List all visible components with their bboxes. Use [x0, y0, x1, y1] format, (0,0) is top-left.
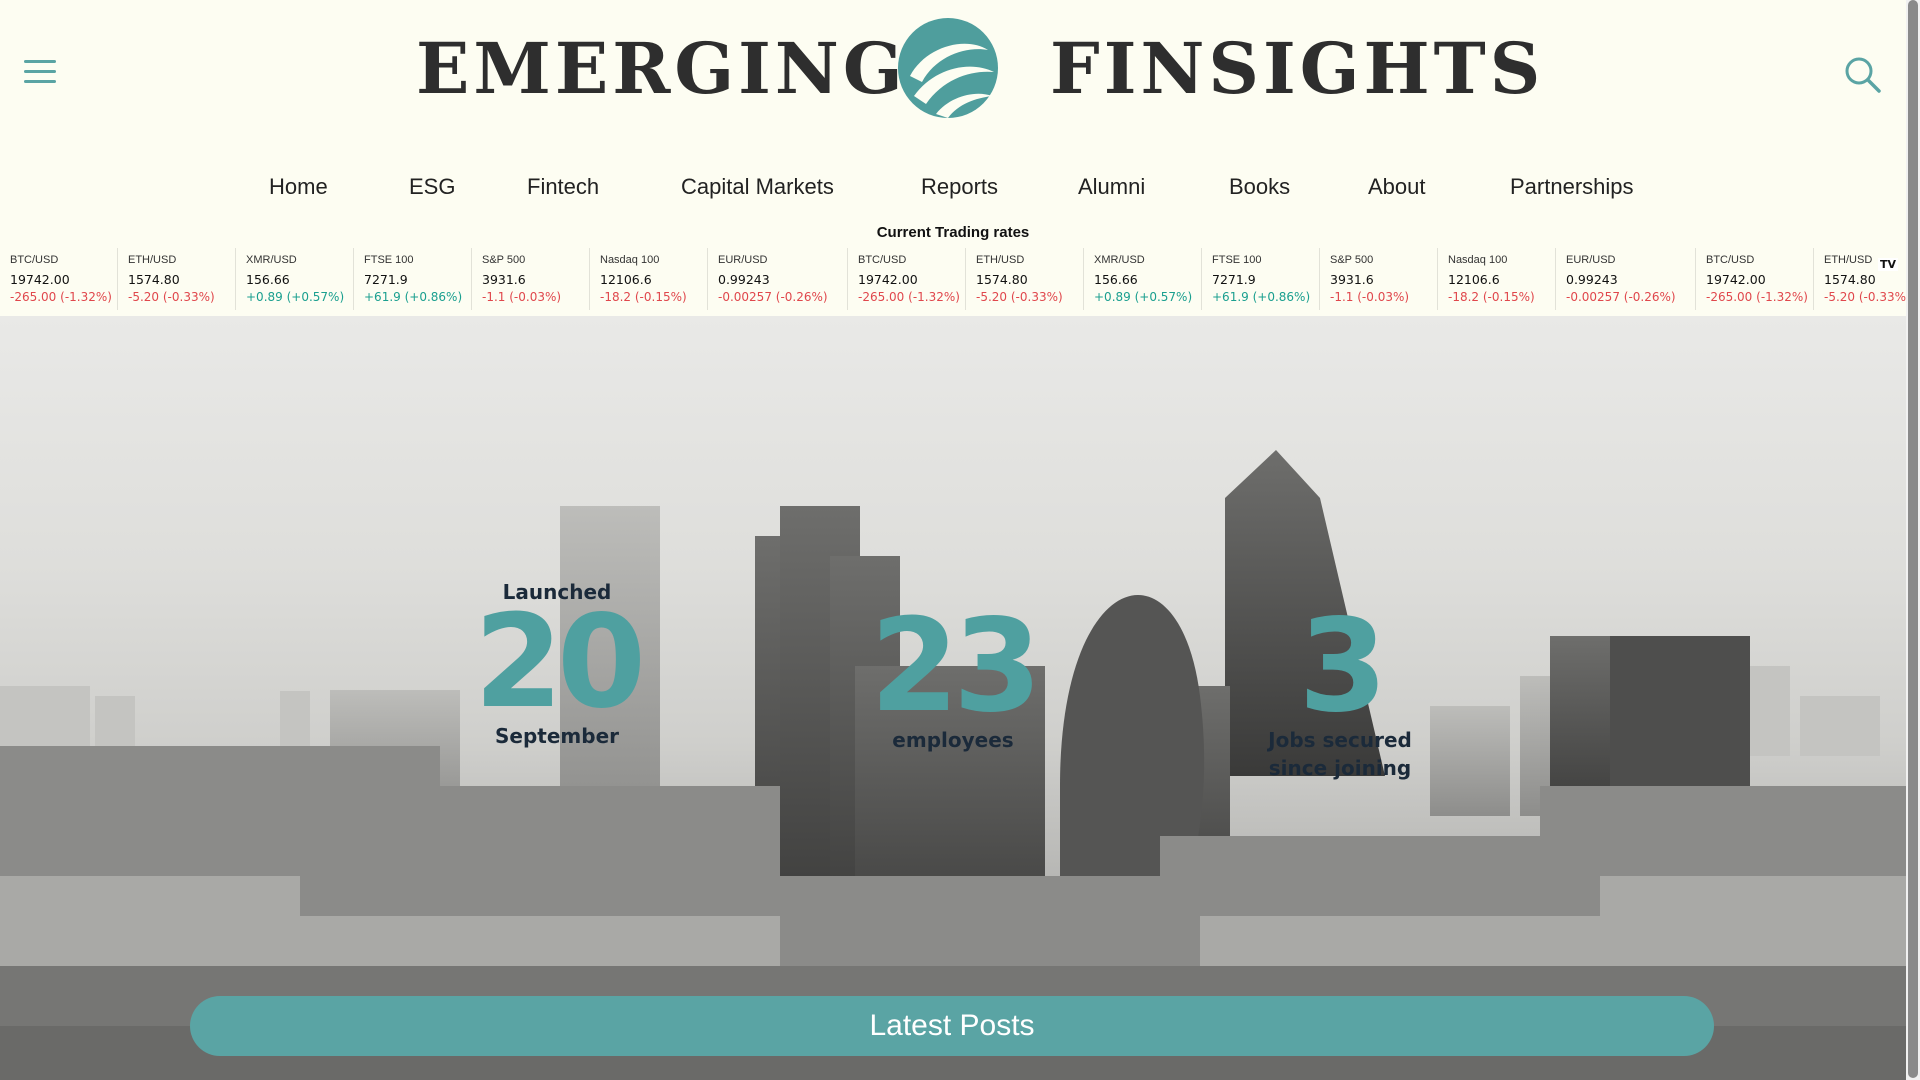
- ticker-value: 12106.6: [1448, 272, 1500, 287]
- ticker-value: 156.66: [1094, 272, 1138, 287]
- ticker-change: -18.2 (-0.15%): [600, 290, 687, 304]
- nav-item-partnerships[interactable]: Partnerships: [1510, 170, 1634, 204]
- stat-launched: Launched 20 September: [452, 580, 662, 750]
- ticker-symbol: XMR/USD: [246, 254, 297, 266]
- trading-ticker[interactable]: BTC/USD 19742.00 -265.00 (-1.32%) ETH/USD 15…: [0, 248, 1906, 316]
- ticker-item[interactable]: Nasdaq 100 12106.6 -18.2 (-0.15%): [1438, 248, 1556, 310]
- nav-item-books[interactable]: Books: [1229, 170, 1290, 204]
- ticker-value: 12106.6: [600, 272, 652, 287]
- nav-item-alumni[interactable]: Alumni: [1078, 170, 1145, 204]
- ticker-item[interactable]: Nasdaq 100 12106.6 -18.2 (-0.15%): [590, 248, 708, 310]
- ticker-item[interactable]: ETH/USD 1574.80 -5.20 (-0.33%): [966, 248, 1084, 310]
- hero-section: Launched 20 September 23 employees 3 Job…: [0, 316, 1906, 1026]
- ticker-change: -5.20 (-0.33%): [976, 290, 1063, 304]
- ticker-change: -265.00 (-1.32%): [1706, 290, 1808, 304]
- nav-item-capital-markets[interactable]: Capital Markets: [681, 170, 834, 204]
- ticker-symbol: Nasdaq 100: [1448, 254, 1508, 266]
- ticker-item[interactable]: XMR/USD 156.66 +0.89 (+0.57%): [236, 248, 354, 310]
- tradingview-badge[interactable]: TV: [1877, 258, 1898, 271]
- ticker-item[interactable]: BTC/USD 19742.00 -265.00 (-1.32%): [848, 248, 966, 310]
- ticker-symbol: ETH/USD: [976, 254, 1025, 266]
- ticker-track: BTC/USD 19742.00 -265.00 (-1.32%) ETH/USD 15…: [0, 248, 1906, 316]
- ticker-item[interactable]: S&P 500 3931.6 -1.1 (-0.03%): [472, 248, 590, 310]
- ticker-item[interactable]: ETH/USD 1574.80 -5.20 (-0.33%): [118, 248, 236, 310]
- ticker-item[interactable]: BTC/USD 19742.00 -265.00 (-1.32%): [1696, 248, 1814, 310]
- ticker-symbol: FTSE 100: [364, 254, 414, 266]
- nav-item-home[interactable]: Home: [269, 170, 328, 204]
- nav-item-about[interactable]: About: [1368, 170, 1426, 204]
- stat-jobs-number: 3: [1298, 592, 1387, 741]
- ticker-value: 1574.80: [128, 272, 180, 287]
- ticker-symbol: ETH/USD: [128, 254, 177, 266]
- ticker-change: -5.20 (-0.33%): [128, 290, 215, 304]
- ticker-symbol: Nasdaq 100: [600, 254, 660, 266]
- ticker-item[interactable]: EUR/USD 0.99243 -0.00257 (-0.26%): [1556, 248, 1696, 310]
- ticker-symbol: S&P 500: [482, 254, 526, 266]
- ticker-value: 156.66: [246, 272, 290, 287]
- ticker-symbol: FTSE 100: [1212, 254, 1262, 266]
- ticker-item[interactable]: EUR/USD 0.99243 -0.00257 (-0.26%): [708, 248, 848, 310]
- ticker-item[interactable]: S&P 500 3931.6 -1.1 (-0.03%): [1320, 248, 1438, 310]
- ticker-change: -0.00257 (-0.26%): [1566, 290, 1676, 304]
- ticker-symbol: BTC/USD: [10, 254, 59, 266]
- ticker-value: 7271.9: [364, 272, 408, 287]
- ticker-symbol: BTC/USD: [858, 254, 907, 266]
- ticker-change: -265.00 (-1.32%): [858, 290, 960, 304]
- ticker-change: -1.1 (-0.03%): [1330, 290, 1410, 304]
- ticker-item[interactable]: FTSE 100 7271.9 +61.9 (+0.86%): [354, 248, 472, 310]
- search-icon[interactable]: [1842, 54, 1882, 94]
- ticker-change: -0.00257 (-0.26%): [718, 290, 828, 304]
- ticker-symbol: BTC/USD: [1706, 254, 1755, 266]
- nav-item-reports[interactable]: Reports: [921, 170, 998, 204]
- ticker-value: 1574.80: [1824, 272, 1876, 287]
- ticker-item[interactable]: XMR/USD 156.66 +0.89 (+0.57%): [1084, 248, 1202, 310]
- page-scrollbar[interactable]: [1906, 0, 1920, 1080]
- main-nav: Home ESG Fintech Capital Markets Reports…: [0, 170, 1906, 204]
- ticker-value: 19742.00: [10, 272, 70, 287]
- nav-item-esg[interactable]: ESG: [409, 170, 455, 204]
- ticker-value: 7271.9: [1212, 272, 1256, 287]
- ticker-change: -265.00 (-1.32%): [10, 290, 112, 304]
- ticker-title: Current Trading rates: [876, 224, 1030, 241]
- ticker-item[interactable]: BTC/USD 19742.00 -265.00 (-1.32%): [0, 248, 118, 310]
- ticker-symbol: EUR/USD: [718, 254, 768, 266]
- site-header: EMERGING FINSIGHTS: [0, 0, 1906, 160]
- brand-left[interactable]: EMERGING: [416, 24, 907, 114]
- brand-right[interactable]: FINSIGHTS: [1050, 24, 1544, 114]
- stat-jobs: 3 Jobs secured since joining: [1240, 592, 1440, 782]
- latest-posts-button[interactable]: Latest Posts: [190, 996, 1714, 1056]
- nav-item-fintech[interactable]: Fintech: [527, 170, 599, 204]
- ticker-symbol: EUR/USD: [1566, 254, 1616, 266]
- stat-jobs-post: Jobs secured since joining: [1268, 728, 1412, 780]
- ticker-value: 19742.00: [1706, 272, 1766, 287]
- ticker-change: -1.1 (-0.03%): [482, 290, 562, 304]
- ticker-value: 0.99243: [718, 272, 770, 287]
- ticker-change: +61.9 (+0.86%): [364, 290, 463, 304]
- stat-employees: 23 employees: [848, 592, 1058, 754]
- stat-launched-number: 20: [473, 588, 646, 737]
- ticker-change: +0.89 (+0.57%): [246, 290, 345, 304]
- page: EMERGING FINSIGHTS Home ESG Fintech Capi…: [0, 0, 1906, 1080]
- ticker-change: -18.2 (-0.15%): [1448, 290, 1535, 304]
- ticker-value: 0.99243: [1566, 272, 1618, 287]
- ticker-value: 3931.6: [482, 272, 526, 287]
- ticker-change: +61.9 (+0.86%): [1212, 290, 1311, 304]
- hamburger-icon[interactable]: [24, 60, 56, 90]
- ticker-item[interactable]: FTSE 100 7271.9 +61.9 (+0.86%): [1202, 248, 1320, 310]
- ticker-symbol: XMR/USD: [1094, 254, 1145, 266]
- stat-employees-number: 23: [869, 592, 1042, 741]
- ticker-value: 19742.00: [858, 272, 918, 287]
- ticker-change: +0.89 (+0.57%): [1094, 290, 1193, 304]
- scrollbar-thumb[interactable]: [1908, 0, 1918, 1078]
- swirl-logo-icon[interactable]: [896, 16, 1000, 120]
- ticker-symbol: S&P 500: [1330, 254, 1374, 266]
- ticker-value: 1574.80: [976, 272, 1028, 287]
- ticker-change: -5.20 (-0.33%): [1824, 290, 1906, 304]
- ticker-value: 3931.6: [1330, 272, 1374, 287]
